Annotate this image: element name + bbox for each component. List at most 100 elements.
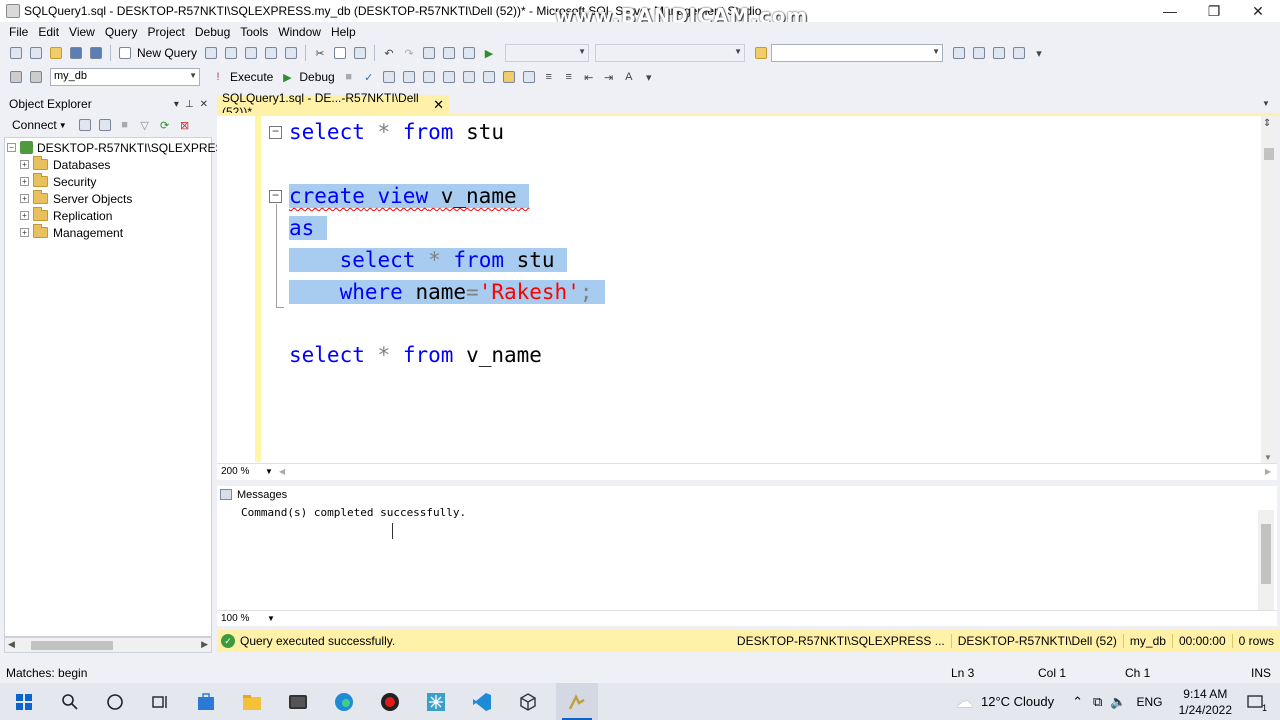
- start-debug-icon[interactable]: ▶: [481, 45, 497, 61]
- scroll-right-icon[interactable]: ▶: [201, 639, 208, 650]
- debug-button[interactable]: Debug: [299, 70, 334, 84]
- navigate-icon[interactable]: [421, 45, 437, 61]
- weather-cloud-icon[interactable]: ☁: [956, 692, 973, 712]
- scroll-thumb[interactable]: [1261, 524, 1271, 584]
- results-zoom-level[interactable]: 100 %: [221, 613, 249, 624]
- find-input[interactable]: ▼: [771, 44, 944, 62]
- tab-sqlquery1[interactable]: SQLQuery1.sql - DE...-R57NKTI\Dell (52))…: [217, 91, 449, 119]
- zoom-dropdown-icon[interactable]: ▼: [265, 467, 273, 476]
- available-databases-dropdown[interactable]: my_db ▼: [50, 68, 200, 86]
- scroll-down-icon[interactable]: ▼: [1264, 453, 1272, 462]
- comment-out-icon[interactable]: ≡: [541, 69, 557, 85]
- expand-icon[interactable]: +: [20, 194, 29, 203]
- estimated-plan-icon[interactable]: [381, 69, 397, 85]
- refresh-icon[interactable]: ⟳: [157, 117, 173, 133]
- minimize-button[interactable]: —: [1148, 0, 1192, 22]
- edge-browser-icon[interactable]: [332, 690, 356, 714]
- stop-icon[interactable]: ■: [117, 117, 133, 133]
- add-item-icon[interactable]: [28, 45, 44, 61]
- scroll-left-icon[interactable]: ◀: [8, 639, 15, 650]
- registered-servers-icon[interactable]: [971, 45, 987, 61]
- snowflake-app-icon[interactable]: [424, 690, 448, 714]
- tools-icon[interactable]: [991, 45, 1007, 61]
- zoom-dropdown-icon[interactable]: ▼: [267, 614, 275, 623]
- cortana-icon[interactable]: [103, 690, 127, 714]
- tree-node-security[interactable]: + Security: [20, 173, 96, 190]
- menu-project[interactable]: Project: [143, 25, 190, 39]
- task-view-icon[interactable]: [148, 690, 172, 714]
- object-explorer-hscrollbar[interactable]: ◀ ▶: [4, 637, 212, 653]
- new-project-icon[interactable]: [8, 45, 24, 61]
- tree-node-management[interactable]: + Management: [20, 224, 123, 241]
- open-file-icon[interactable]: [48, 45, 64, 61]
- decrease-indent-icon[interactable]: ⇤: [581, 69, 597, 85]
- results-vscrollbar[interactable]: [1258, 510, 1274, 618]
- ssms-taskbar-icon[interactable]: [556, 683, 598, 720]
- media-app-icon[interactable]: [286, 690, 310, 714]
- dmx-query-icon[interactable]: [243, 45, 259, 61]
- activity-monitor-icon[interactable]: ⊠: [177, 117, 193, 133]
- menu-window[interactable]: Window: [273, 25, 326, 39]
- windows-start-icon[interactable]: [12, 690, 36, 714]
- connect-dropdown-icon[interactable]: ▼: [59, 121, 67, 130]
- find-icon[interactable]: [753, 45, 769, 61]
- close-button[interactable]: ✕: [1236, 0, 1280, 22]
- expand-icon[interactable]: +: [20, 160, 29, 169]
- expand-icon[interactable]: +: [20, 211, 29, 220]
- solution-icon[interactable]: [441, 45, 457, 61]
- undo-icon[interactable]: ↶: [381, 45, 397, 61]
- cut-icon[interactable]: ✂: [312, 45, 328, 61]
- scroll-thumb[interactable]: [1264, 148, 1274, 160]
- query-designer-icon[interactable]: [401, 69, 417, 85]
- scroll-thumb[interactable]: [31, 641, 113, 650]
- volume-icon[interactable]: 🔈: [1110, 694, 1126, 710]
- menu-debug[interactable]: Debug: [190, 25, 235, 39]
- copy-icon[interactable]: [332, 45, 348, 61]
- execute-icon[interactable]: !: [210, 69, 226, 85]
- scroll-right-icon[interactable]: ▶: [1265, 467, 1271, 476]
- editor-zoom-level[interactable]: 200 %: [221, 466, 249, 477]
- collapse-icon[interactable]: −: [7, 143, 16, 152]
- editor-vscrollbar[interactable]: ⇕ ▼: [1261, 116, 1277, 464]
- object-explorer-icon[interactable]: [1011, 45, 1027, 61]
- toolbar-options-icon[interactable]: ▾: [641, 69, 657, 85]
- parse-icon[interactable]: ✓: [361, 69, 377, 85]
- file-explorer-icon[interactable]: [240, 690, 264, 714]
- toolbar-options-icon[interactable]: ▾: [1031, 45, 1047, 61]
- database-engine-query-icon[interactable]: [203, 45, 219, 61]
- notifications-icon[interactable]: 1: [1243, 690, 1267, 714]
- expand-icon[interactable]: +: [20, 228, 29, 237]
- disconnect-icon[interactable]: [97, 117, 113, 133]
- results-to-grid-icon[interactable]: [441, 69, 457, 85]
- panel-dropdown-icon[interactable]: ▾: [174, 99, 179, 110]
- menu-tools[interactable]: Tools: [235, 25, 273, 39]
- split-editor-icon[interactable]: ⇕: [1263, 118, 1271, 129]
- uncomment-icon[interactable]: ≡: [561, 69, 577, 85]
- execute-button[interactable]: Execute: [230, 70, 273, 84]
- specify-values-icon[interactable]: A: [621, 69, 637, 85]
- results-to-file-icon[interactable]: [461, 69, 477, 85]
- bandicam-record-icon[interactable]: [378, 690, 402, 714]
- close-tab-icon[interactable]: ✕: [433, 97, 444, 113]
- tab-overflow-icon[interactable]: ▼: [1262, 99, 1270, 108]
- increase-indent-icon[interactable]: ⇥: [601, 69, 617, 85]
- collapse-region-icon[interactable]: −: [269, 189, 282, 203]
- solution-platform-dropdown[interactable]: ▼: [595, 44, 746, 62]
- dax-query-icon[interactable]: [283, 45, 299, 61]
- menu-help[interactable]: Help: [326, 25, 361, 39]
- scroll-left-icon[interactable]: ◀: [279, 467, 285, 476]
- new-query-button[interactable]: New Query: [137, 46, 197, 60]
- properties-icon[interactable]: [951, 45, 967, 61]
- client-stats-icon[interactable]: [521, 69, 537, 85]
- filter-icon[interactable]: ▽: [137, 117, 153, 133]
- connect-button[interactable]: Connect: [12, 118, 57, 132]
- 3d-viewer-icon[interactable]: [516, 690, 540, 714]
- new-query-icon[interactable]: [117, 45, 133, 61]
- tree-node-server-objects[interactable]: + Server Objects: [20, 190, 132, 207]
- include-plan-icon[interactable]: [481, 69, 497, 85]
- tab-messages[interactable]: Messages: [220, 486, 287, 503]
- debug-icon[interactable]: ▶: [279, 69, 295, 85]
- taskbar-clock[interactable]: 9:14 AM 1/24/2022: [1179, 686, 1232, 718]
- maximize-button[interactable]: ❐: [1192, 0, 1236, 22]
- show-hidden-icons-icon[interactable]: ⌃: [1072, 694, 1083, 710]
